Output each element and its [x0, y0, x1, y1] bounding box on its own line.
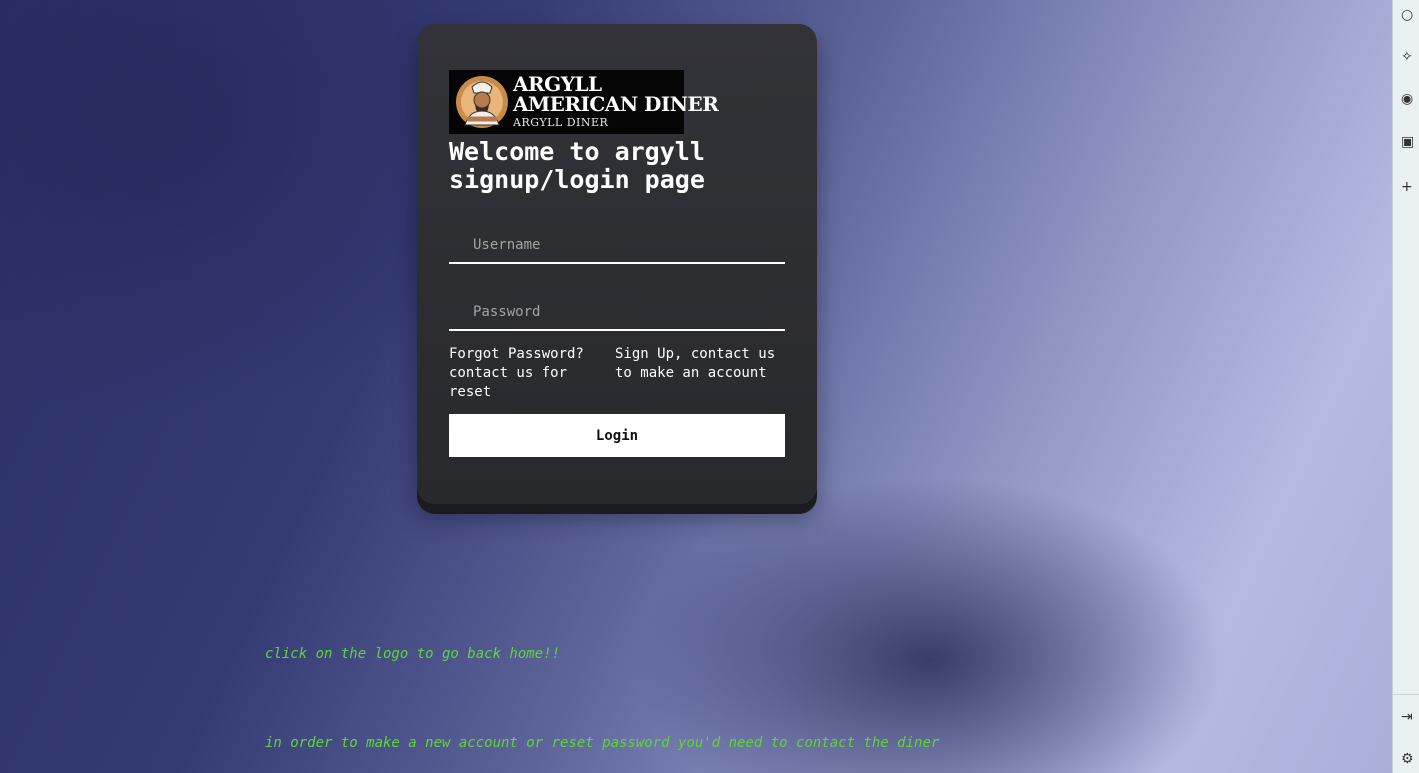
logo-home-hint: click on the logo to go back home!! — [265, 646, 561, 662]
forgot-password-text: Forgot Password? contact us for reset — [449, 346, 584, 400]
password-input[interactable] — [449, 295, 785, 331]
home-logo[interactable]: ARGYLL AMERICAN DINER ARGYLL DINER — [449, 70, 719, 134]
sparkle-icon[interactable]: ✧ — [1401, 48, 1419, 66]
shield-icon[interactable]: ◉ — [1401, 90, 1419, 108]
plus-icon[interactable]: + — [1401, 178, 1419, 196]
settings-icon[interactable]: ⚙ — [1401, 750, 1419, 768]
logo-line-3: ARGYLL DINER — [513, 116, 609, 129]
login-button[interactable]: Login — [449, 414, 785, 457]
page-title: Welcome to argyll signup/login page — [449, 137, 705, 194]
outlook-icon[interactable]: ▣ — [1401, 133, 1419, 151]
search-icon[interactable]: ○ — [1401, 6, 1419, 24]
login-card: ARGYLL AMERICAN DINER ARGYLL DINER Welco… — [417, 24, 817, 504]
browser-side-panel: ○ ✧ ◉ ▣ + ⇥ ⚙ — [1392, 0, 1419, 773]
contact-hint: in order to make a new account or reset … — [265, 735, 940, 751]
side-divider — [1393, 694, 1419, 695]
expand-icon[interactable]: ⇥ — [1401, 708, 1419, 726]
logo-line-2: AMERICAN DINER — [513, 92, 719, 116]
chef-mascot-icon — [456, 76, 508, 128]
signup-text: Sign Up, contact us to make an account — [615, 346, 776, 381]
username-input[interactable] — [449, 228, 785, 264]
